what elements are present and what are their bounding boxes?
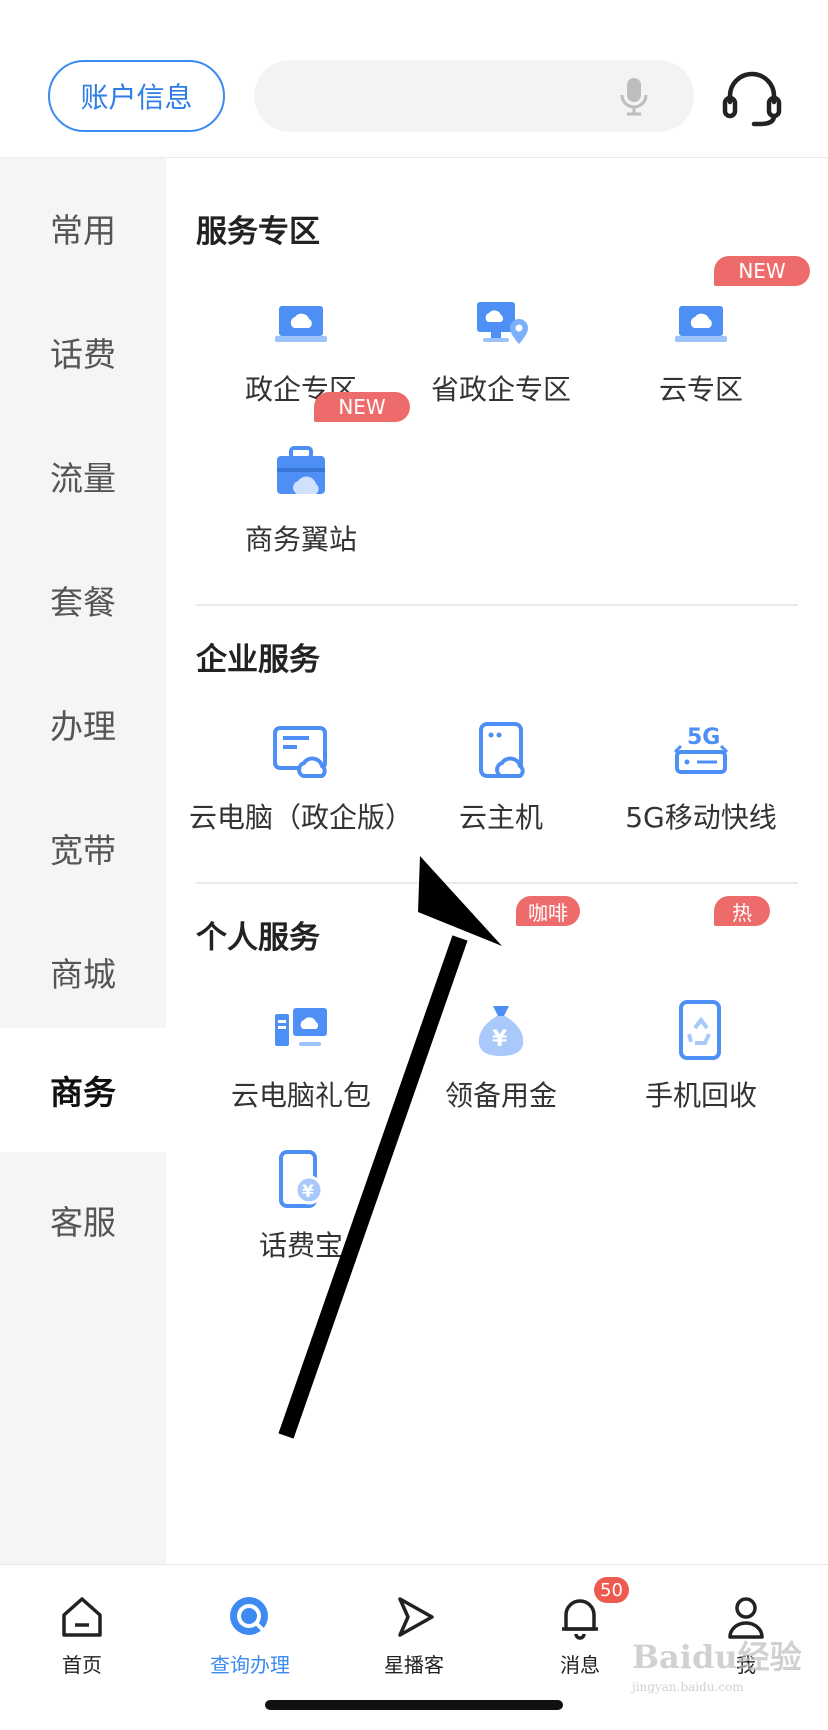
top-header: 账户信息 [0, 0, 828, 158]
bell-icon [562, 1599, 598, 1640]
coffee-badge: 咖啡 [516, 896, 580, 926]
nav-star-podcast[interactable]: 星播客 [354, 1579, 474, 1679]
pc-cloud-icon [275, 1008, 327, 1046]
grid-item-phone-fee-treasure[interactable]: ¥ 话费宝 [196, 1148, 406, 1268]
home-indicator[interactable] [265, 1700, 563, 1710]
sidebar-item-customer-service[interactable]: 客服 [0, 1158, 166, 1282]
section-title-service-zone: 服务专区 [196, 214, 320, 250]
sidebar-item-mall[interactable]: 商城 [0, 910, 166, 1034]
search-query-icon [230, 1597, 268, 1635]
microphone-icon[interactable] [612, 74, 656, 118]
grid-item-5g-mobile-line[interactable]: 5G 5G移动快线 [596, 720, 806, 840]
section-divider [196, 604, 798, 606]
sidebar-item-data[interactable]: 流量 [0, 414, 166, 538]
nav-query-handle[interactable]: 查询办理 [190, 1579, 310, 1679]
main-content: 服务专区 政企专区 省政企专区 云专区 NEW 商务翼站 NEW 企业服务 云电… [166, 158, 828, 1564]
cloud-pc-icon [273, 726, 327, 778]
sidebar-item-broadband[interactable]: 宽带 [0, 786, 166, 910]
grid-item-cloud-pc-enterprise[interactable]: 云电脑（政企版） [189, 720, 413, 840]
sidebar-item-common[interactable]: 常用 [0, 166, 166, 290]
laptop-cloud-icon [275, 306, 327, 342]
nav-label: 星播客 [384, 1653, 444, 1677]
nav-label: 查询办理 [210, 1653, 290, 1677]
section-title-personal-service: 个人服务 [196, 920, 320, 956]
laptop-cloud-icon [675, 306, 727, 342]
grid-item-cloud-pc-gift[interactable]: 云电脑礼包 [196, 998, 406, 1118]
svg-text:5G: 5G [687, 725, 720, 750]
nav-label: 消息 [560, 1653, 600, 1677]
grid-item-label: 云专区 [658, 373, 743, 406]
play-icon [398, 1597, 434, 1637]
grid-item-label: 话费宝 [258, 1229, 343, 1262]
message-count-badge: 50 [594, 1577, 629, 1603]
5g-router-icon: 5G [673, 725, 729, 774]
grid-item-label: 商务翼站 [244, 523, 357, 556]
sidebar-item-business[interactable]: 商务 [0, 1028, 166, 1152]
sidebar-item-handle[interactable]: 办理 [0, 662, 166, 786]
home-icon [62, 1597, 102, 1637]
grid-item-cloud-zone[interactable]: 云专区 [596, 292, 806, 412]
grid-item-cloud-host[interactable]: 云主机 [396, 720, 606, 840]
search-input[interactable] [254, 60, 694, 132]
phone-recycle-icon [679, 1000, 721, 1060]
sidebar-item-phone-fee[interactable]: 话费 [0, 290, 166, 414]
nav-home[interactable]: 首页 [22, 1579, 142, 1679]
grid-item-phone-recycle[interactable]: 手机回收 [596, 998, 806, 1118]
briefcase-cloud-icon [277, 446, 325, 494]
headset-icon[interactable] [720, 66, 784, 130]
grid-item-provincial-gov-enterprise[interactable]: 省政企专区 [396, 292, 606, 412]
svg-text:¥: ¥ [302, 1182, 314, 1202]
category-sidebar: 常用 话费 流量 套餐 办理 宽带 商城 商务 客服 [0, 158, 166, 1564]
account-info-button[interactable]: 账户信息 [48, 60, 225, 132]
money-bag-icon: ¥ [478, 1006, 524, 1056]
new-badge: NEW [714, 256, 810, 286]
section-title-enterprise-service: 企业服务 [196, 642, 320, 678]
sidebar-item-package[interactable]: 套餐 [0, 538, 166, 662]
section-divider [196, 882, 798, 884]
grid-item-label: 手机回收 [644, 1079, 757, 1112]
monitor-location-icon [477, 302, 528, 344]
hot-badge: 热 [714, 896, 770, 926]
nav-label: 首页 [62, 1653, 102, 1677]
baidu-watermark: Baidu经验 jingyan.baidu.com [632, 1638, 802, 1694]
grid-item-label: 5G移动快线 [625, 801, 777, 834]
cloud-host-icon [479, 722, 525, 778]
grid-item-business-station[interactable]: 商务翼站 [196, 442, 406, 562]
new-badge: NEW [314, 392, 410, 422]
grid-item-reserve-fund[interactable]: ¥ 领备用金 [396, 998, 606, 1118]
svg-text:¥: ¥ [492, 1027, 508, 1052]
phone-yuan-icon: ¥ [279, 1150, 324, 1208]
